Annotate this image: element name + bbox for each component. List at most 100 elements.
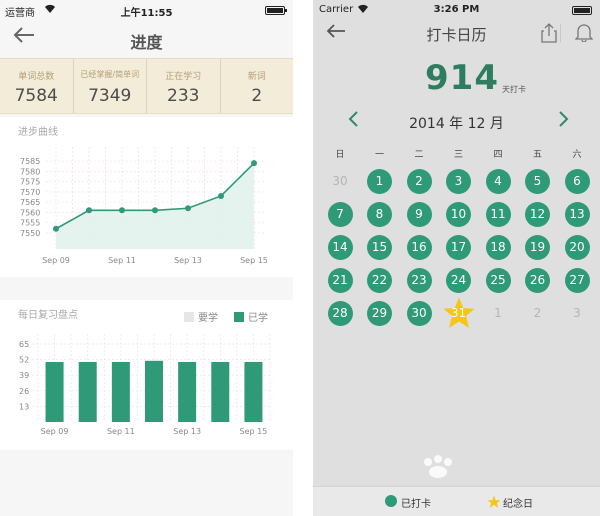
status-time: 3:26 PM — [433, 4, 480, 15]
x-tick-label: Sep 13 — [174, 256, 202, 265]
status-bar: Carrier 3:26 PM — [313, 0, 600, 20]
calendar-day[interactable]: 11 — [485, 202, 511, 227]
bar-learned — [178, 362, 197, 422]
bell-icon[interactable] — [574, 22, 594, 46]
weekday-label: 二 — [414, 150, 424, 160]
stat-label: 单词总数 — [18, 72, 55, 82]
x-tick-label: Sep 15 — [240, 256, 268, 265]
progress-curve-card: 进步曲线 7550 7555 7560 7565 7570 7575 7580 7585 Sep… — [0, 117, 293, 277]
y-tick-label: 52 — [19, 356, 29, 365]
status-bar: 运营商 上午11:55 — [0, 0, 293, 20]
bar-learned — [211, 362, 230, 422]
calendar-day[interactable]: 23 — [406, 268, 432, 293]
calendar-day-memorial[interactable]: 31 — [443, 297, 475, 328]
data-point — [119, 207, 125, 214]
data-point — [251, 160, 257, 167]
next-month-chevron-icon[interactable] — [558, 110, 570, 133]
calendar-day[interactable]: 27 — [564, 268, 590, 293]
calendar-day[interactable]: 18 — [485, 235, 511, 260]
checkin-day-count: 914 — [425, 58, 499, 98]
calendar-day[interactable]: 25 — [485, 268, 511, 293]
nav-bar: 打卡日历 — [313, 20, 600, 48]
calendar-day[interactable]: 2 — [525, 301, 550, 326]
nav-divider — [560, 24, 561, 42]
stat-label: 正在学习 — [165, 72, 202, 82]
weekday-label: 五 — [532, 150, 542, 160]
calendar-day[interactable]: 16 — [406, 235, 432, 260]
stats-strip: 单词总数 7584 已经掌握/简单词 7349 正在学习 233 新词 2 — [0, 58, 293, 114]
calendar-day[interactable]: 17 — [446, 235, 471, 260]
y-tick-label: 7570 — [20, 188, 40, 197]
calendar-day[interactable]: 14 — [327, 235, 353, 260]
calendar-day[interactable]: 7 — [327, 202, 353, 227]
stat-value: 2 — [251, 86, 263, 106]
battery-icon — [572, 6, 592, 15]
calendar-day[interactable]: 19 — [525, 235, 550, 260]
calendar-day[interactable]: 15 — [367, 235, 392, 260]
page-title: 进度 — [130, 33, 163, 52]
stat-mastered-words[interactable]: 已经掌握/简单词 7349 — [74, 59, 147, 113]
calendar-day[interactable]: 5 — [525, 169, 550, 194]
calendar-day[interactable]: 20 — [564, 235, 590, 260]
bar-learned — [145, 360, 163, 422]
month-switcher: 2014 年 12 月 — [313, 110, 600, 134]
battery-icon — [265, 6, 287, 15]
calendar-day[interactable]: 21 — [327, 268, 353, 293]
y-tick-label: 65 — [19, 340, 29, 349]
calendar-day[interactable]: 3 — [565, 301, 590, 326]
weekday-label: 一 — [374, 150, 384, 160]
y-tick-label: 7550 — [20, 229, 40, 238]
bar-learned — [78, 362, 97, 422]
data-point — [53, 225, 59, 232]
y-tick-label: 26 — [19, 387, 29, 396]
stat-value: 7349 — [88, 86, 132, 106]
checked-legend-dot — [385, 495, 397, 507]
calendar-day[interactable]: 30 — [406, 301, 432, 326]
x-tick-label: Sep 11 — [107, 427, 135, 436]
stat-total-words[interactable]: 单词总数 7584 — [0, 59, 74, 113]
weekday-label: 三 — [453, 150, 463, 160]
calendar-day[interactable]: 2 — [406, 169, 432, 194]
calendar-day[interactable]: 10 — [446, 202, 471, 227]
daily-review-bar-chart: 13 26 39 52 65 Sep 09 Sep 11 Sep 13 Sep 15 — [19, 334, 271, 436]
calendar-day[interactable]: 8 — [367, 202, 392, 227]
calendar-day[interactable]: 13 — [564, 202, 590, 227]
y-tick-label: 7585 — [20, 157, 40, 166]
stat-value: 7584 — [14, 86, 58, 106]
calendar-day[interactable]: 1 — [486, 301, 511, 326]
y-tick-label: 39 — [19, 371, 29, 380]
calendar-day[interactable]: 24 — [446, 268, 471, 293]
calendar-day[interactable]: 22 — [367, 268, 392, 293]
y-tick-label: 7565 — [20, 198, 40, 207]
calendar-day[interactable]: 29 — [367, 301, 392, 326]
progress-line-chart: 75507555 7560756575707575 75807585 Sep 09 Se… — [20, 147, 268, 265]
calendar-day[interactable]: 28 — [327, 301, 353, 326]
x-tick-label: Sep 11 — [108, 256, 136, 265]
y-tick-label: 7575 — [20, 178, 40, 187]
daily-review-card: 每日复习盘点 要学 已学 13 26 39 52 65 Sep 09 Sep 11 Sep 1… — [0, 300, 293, 450]
calendar-day[interactable]: 4 — [485, 169, 511, 194]
calendar-day[interactable]: 30 — [328, 169, 353, 194]
stat-label: 新词 — [247, 72, 266, 82]
progress-screen: 运营商 上午11:55 进度 单词总数 7584 已经掌握/简单词 7349 正… — [0, 0, 293, 516]
x-tick-label: Sep 09 — [42, 256, 70, 265]
screenshot-root: 运营商 上午11:55 进度 单词总数 7584 已经掌握/简单词 7349 正… — [0, 0, 600, 516]
checkin-calendar-screen: Carrier 3:26 PM 打卡日历 914 天打卡 2014 年 12 月… — [313, 0, 600, 516]
calendar-day[interactable]: 26 — [525, 268, 550, 293]
nav-bar: 进度 — [0, 20, 293, 58]
calendar-day-number: 31 — [450, 306, 467, 320]
share-icon[interactable] — [541, 23, 557, 47]
calendar-day[interactable]: 3 — [446, 169, 471, 194]
stat-learning-words[interactable]: 正在学习 233 — [147, 59, 221, 113]
checked-legend-label: 已打卡 — [401, 499, 431, 510]
calendar-day[interactable]: 9 — [406, 202, 432, 227]
stat-new-words[interactable]: 新词 2 — [221, 59, 294, 113]
weekday-label: 六 — [572, 150, 582, 160]
month-label: 2014 年 12 月 — [409, 116, 504, 132]
calendar-day[interactable]: 1 — [367, 169, 392, 194]
calendar-day[interactable]: 6 — [564, 169, 590, 194]
calendar-day[interactable]: 12 — [525, 202, 550, 227]
bar-learned — [45, 362, 64, 422]
star-icon — [487, 494, 501, 513]
stat-value: 233 — [167, 86, 200, 106]
